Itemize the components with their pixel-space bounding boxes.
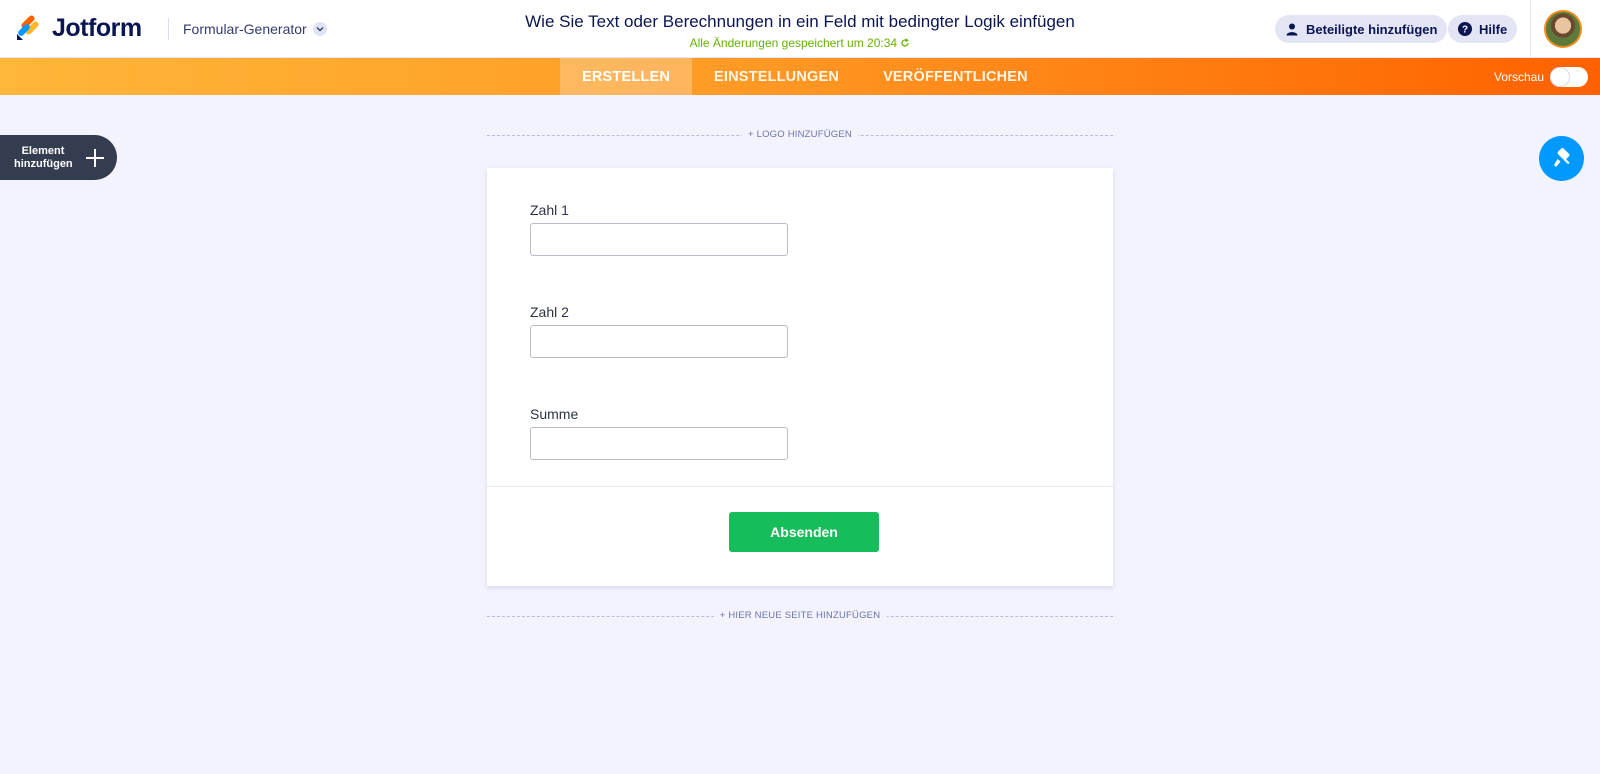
- add-collaborators-button[interactable]: Beteiligte hinzufügen: [1275, 15, 1448, 43]
- add-page-divider: + HIER NEUE SEITE HINZUFÜGEN: [487, 609, 1113, 623]
- form-designer-button[interactable]: [1539, 136, 1584, 181]
- add-logo-link[interactable]: + LOGO HINZUFÜGEN: [742, 128, 858, 142]
- number-1-input[interactable]: [530, 223, 788, 256]
- tab-settings[interactable]: EINSTELLUNGEN: [692, 58, 861, 95]
- number-2-input[interactable]: [530, 325, 788, 358]
- field-label[interactable]: Summe: [530, 406, 578, 424]
- user-icon: [1285, 22, 1299, 36]
- add-element-button[interactable]: Element hinzufügen: [0, 135, 117, 180]
- field-number-2: Zahl 2: [530, 304, 788, 358]
- refresh-icon[interactable]: [900, 38, 910, 48]
- preview-toggle[interactable]: [1550, 66, 1589, 87]
- help-icon: ?: [1458, 22, 1472, 36]
- field-sum: Summe: [530, 406, 788, 460]
- top-header: Jotform Formular-Generator Wie Sie Text …: [0, 0, 1600, 58]
- form-card: Zahl 1 Zahl 2 Summe Absenden: [487, 168, 1113, 586]
- builder-navbar: ERSTELLEN EINSTELLUNGEN VERÖFFENTLICHEN …: [0, 58, 1600, 95]
- form-title-area: Wie Sie Text oder Berechnungen in ein Fe…: [440, 12, 1160, 50]
- card-divider: [487, 486, 1113, 487]
- jotform-logo-icon: [17, 15, 39, 40]
- save-status-text: Alle Änderungen gespeichert um 20:34: [689, 36, 898, 50]
- header-divider: [168, 18, 169, 40]
- builder-menu-dropdown[interactable]: Formular-Generator: [183, 19, 327, 39]
- header-divider-right: [1530, 0, 1531, 58]
- add-collaborators-label: Beteiligte hinzufügen: [1306, 21, 1438, 37]
- logo-text: Jotform: [52, 13, 142, 42]
- tab-build[interactable]: ERSTELLEN: [560, 58, 692, 95]
- preview-label: Vorschau: [1494, 69, 1545, 84]
- avatar[interactable]: [1544, 10, 1582, 48]
- field-label[interactable]: Zahl 1: [530, 202, 569, 220]
- add-element-label-line1: Element: [21, 144, 65, 157]
- submit-button[interactable]: Absenden: [729, 512, 879, 552]
- nav-tabs: ERSTELLEN EINSTELLUNGEN VERÖFFENTLICHEN: [560, 58, 1050, 95]
- builder-menu-label: Formular-Generator: [183, 21, 307, 37]
- field-number-1: Zahl 1: [530, 202, 788, 256]
- add-page-link[interactable]: + HIER NEUE SEITE HINZUFÜGEN: [713, 609, 887, 623]
- preview-toggle-knob: [1551, 67, 1570, 86]
- sum-input[interactable]: [530, 427, 788, 460]
- add-element-label: Element hinzufügen: [14, 144, 73, 171]
- preview-toggle-group: Vorschau: [1494, 58, 1589, 95]
- paint-roller-icon: [1553, 147, 1569, 167]
- tab-publish[interactable]: VERÖFFENTLICHEN: [861, 58, 1050, 95]
- field-label[interactable]: Zahl 2: [530, 304, 569, 322]
- save-status: Alle Änderungen gespeichert um 20:34: [440, 36, 1160, 50]
- avatar-image: [1546, 12, 1580, 46]
- help-button[interactable]: ? Hilfe: [1448, 15, 1518, 43]
- svg-text:?: ?: [1462, 25, 1468, 36]
- chevron-down-icon: [312, 22, 327, 36]
- add-element-label-line2: hinzufügen: [14, 157, 73, 170]
- help-label: Hilfe: [1479, 21, 1508, 37]
- jotform-logo[interactable]: Jotform: [16, 12, 142, 44]
- add-logo-divider: + LOGO HINZUFÜGEN: [487, 128, 1113, 142]
- plus-icon: [86, 148, 104, 167]
- form-title[interactable]: Wie Sie Text oder Berechnungen in ein Fe…: [440, 12, 1160, 32]
